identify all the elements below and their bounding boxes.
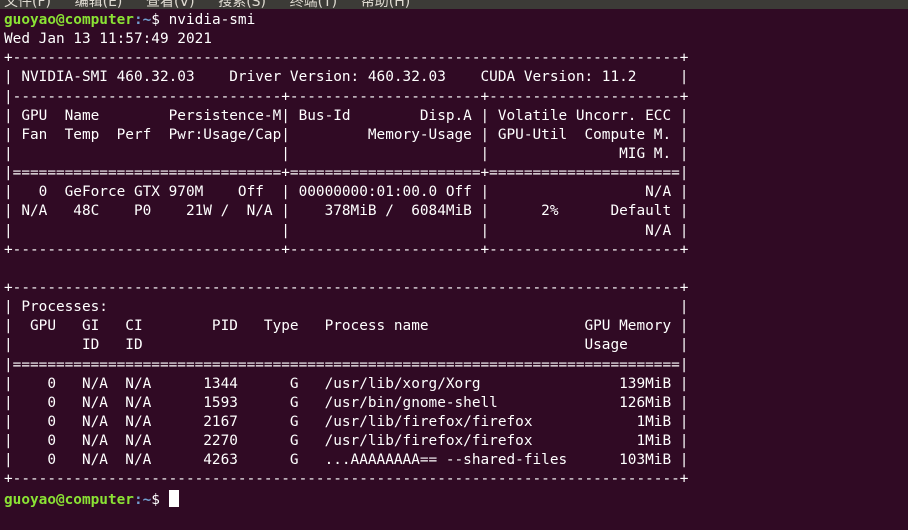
active-prompt-symbol: $ (151, 491, 169, 508)
output-line: | Fan Temp Perf Pwr:Usage/Cap| Memory-Us… (4, 126, 689, 143)
menu-help[interactable]: 帮助(H) (361, 0, 410, 9)
output-line: | Processes: | (4, 299, 689, 316)
output-line: | N/A 48C P0 21W / N/A | 378MiB / 6084Mi… (4, 203, 689, 220)
output-line: | | | MIG M. | (4, 145, 689, 162)
terminal-output-area[interactable]: guoyao@computer:~$ nvidia-smi Wed Jan 13… (4, 11, 904, 530)
active-prompt-user-host: guoyao@computer (4, 491, 134, 508)
output-line: | 0 GeForce GTX 970M Off | 00000000:01:0… (4, 184, 689, 201)
output-line: +---------------------------------------… (4, 50, 689, 67)
active-prompt-path: :~ (133, 491, 152, 508)
output-line: | 0 N/A N/A 2167 G /usr/lib/firefox/fire… (4, 413, 689, 430)
prompt-user-host: guoyao@computer (4, 12, 134, 28)
output-line: |=======================================… (4, 356, 689, 373)
output-line: +---------------------------------------… (4, 279, 689, 296)
output-line: | GPU Name Persistence-M| Bus-Id Disp.A … (4, 107, 689, 124)
date-line: Wed Jan 13 11:57:49 2021 (4, 31, 212, 48)
command-output: +---------------------------------------… (4, 49, 904, 489)
prompt-path: :~ (133, 12, 152, 28)
output-line (4, 260, 904, 279)
prompt-symbol: $ (151, 12, 169, 28)
menu-view[interactable]: 查看(V) (146, 0, 195, 9)
command-text: nvidia-smi (168, 12, 256, 28)
output-line: +-------------------------------+-------… (4, 241, 689, 258)
output-line: | | | N/A | (4, 222, 689, 239)
text-cursor (168, 489, 179, 507)
menu-search[interactable]: 搜索(S) (218, 0, 266, 9)
output-line: | 0 N/A N/A 1593 G /usr/bin/gnome-shell … (4, 394, 689, 411)
menu-terminal[interactable]: 终端(T) (290, 0, 337, 9)
menu-bar: 文件(F) 编辑(E) 查看(V) 搜索(S) 终端(T) 帮助(H) (0, 0, 908, 9)
output-line: | 0 N/A N/A 1344 G /usr/lib/xorg/Xorg 13… (4, 375, 689, 392)
output-line: | ID ID Usage | (4, 337, 689, 354)
output-line: |===============================+=======… (4, 165, 689, 182)
output-line: |-------------------------------+-------… (4, 88, 689, 105)
output-line: | 0 N/A N/A 4263 G ...AAAAAAAA== --share… (4, 452, 689, 469)
menu-edit[interactable]: 编辑(E) (75, 0, 123, 9)
active-prompt-line[interactable]: guoyao@computer:~$ (4, 489, 904, 509)
command-prompt-line: guoyao@computer:~$ nvidia-smi (4, 11, 904, 30)
output-line: | GPU GI CI PID Type Process name GPU Me… (4, 318, 689, 335)
output-line: | NVIDIA-SMI 460.32.03 Driver Version: 4… (4, 69, 689, 86)
output-line: +---------------------------------------… (4, 471, 689, 488)
menu-file[interactable]: 文件(F) (4, 0, 51, 9)
output-line: | 0 N/A N/A 2270 G /usr/lib/firefox/fire… (4, 433, 689, 450)
